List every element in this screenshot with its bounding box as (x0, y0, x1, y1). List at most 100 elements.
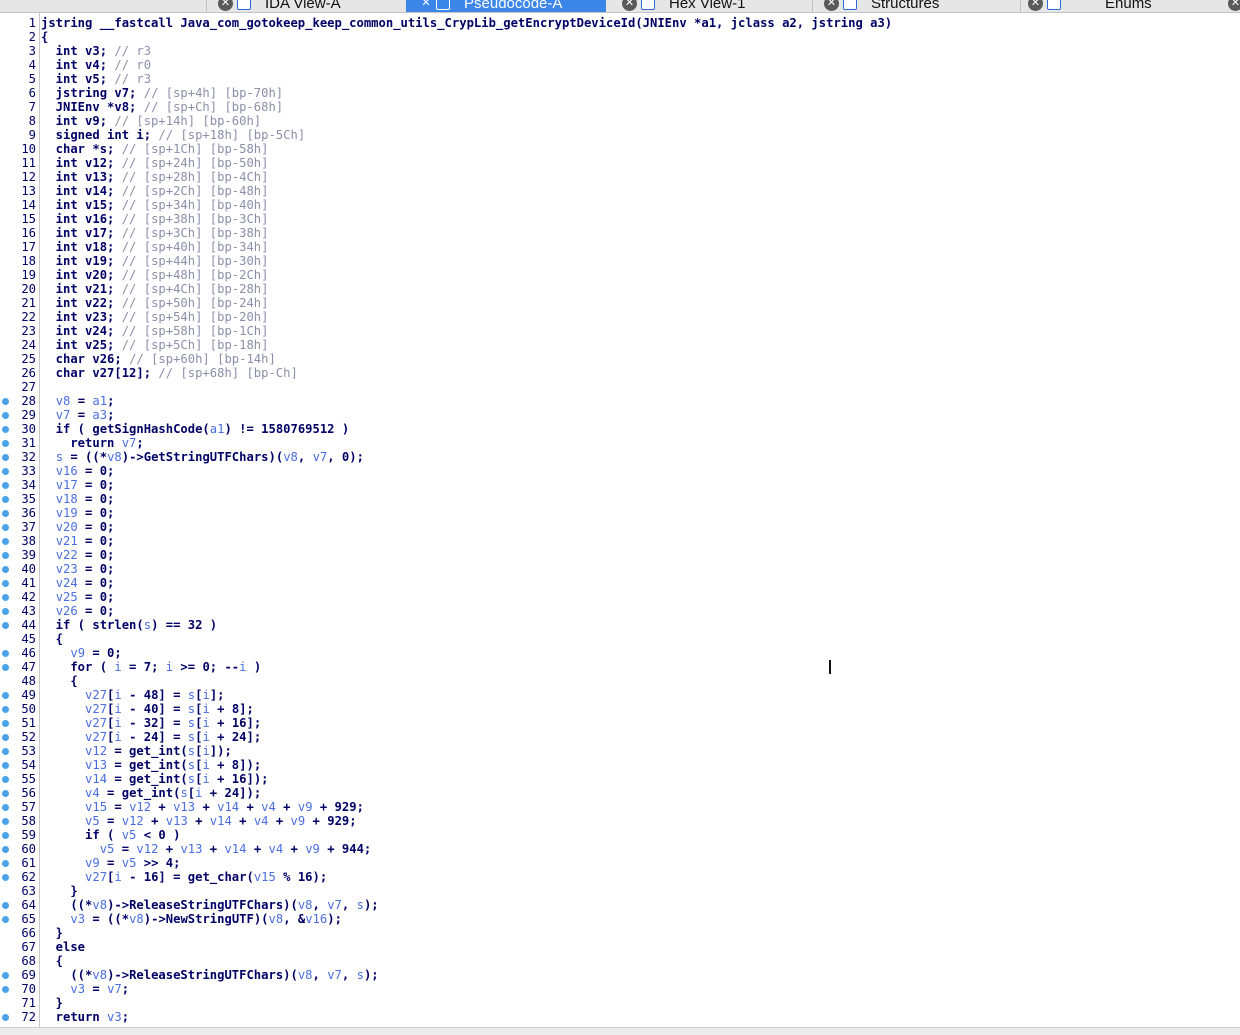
code-text: v5 = v12 + v13 + v14 + v4 + v9 + 929; (41, 814, 357, 828)
code-variable: v5 (85, 814, 100, 828)
code-variable: i (202, 716, 210, 730)
code-text: v9 = 0; (41, 646, 121, 660)
code-variable: v5 (121, 856, 137, 870)
code-text: v17 = 0; (41, 478, 115, 492)
code-token: = (99, 814, 122, 828)
code-token: , (341, 898, 357, 912)
line-number: 33 (21, 464, 36, 478)
code-variable: v14 (224, 842, 247, 856)
close-tab-icon[interactable]: ✕ (420, 0, 432, 11)
code-comment: // [sp+Ch] [bp-68h] (143, 100, 284, 114)
code-text: { (41, 674, 77, 688)
line-number: 23 (21, 324, 36, 338)
code-text: v15 = v12 + v13 + v14 + v4 + v9 + 929; (41, 800, 364, 814)
code-token: jstring v7; (41, 86, 144, 100)
tab-ida-view-a[interactable]: ✕ IDA View-A (218, 0, 404, 12)
line-number: 34 (21, 478, 36, 492)
code-variable: i (114, 716, 122, 730)
code-token: int v20; (41, 268, 122, 282)
code-variable: v9 (85, 856, 100, 870)
code-variable: s (187, 758, 196, 772)
code-comment: // [sp+68h] [bp-Ch] (158, 366, 298, 380)
code-token: return (41, 1010, 108, 1024)
code-token: + 24]); (202, 786, 262, 800)
pseudocode-pane[interactable]: 1 jstring __fastcall Java_com_gotokeep_ke… (0, 13, 1240, 1027)
line-number: 1 (28, 16, 36, 30)
code-comment: // [sp+48h] [bp-2Ch] (121, 268, 269, 282)
code-token: } (41, 926, 64, 940)
code-text: v21 = 0; (41, 534, 115, 548)
code-comment: // [sp+24h] [bp-50h] (121, 156, 269, 170)
enums-icon (1047, 0, 1061, 10)
code-text: int v24; // [sp+58h] [bp-1Ch] (41, 324, 269, 338)
code-token: { (41, 30, 49, 44)
line-number: 44 (21, 618, 36, 632)
line-number: 6 (28, 86, 36, 100)
tab-label: Pseudocode-A (464, 0, 563, 12)
code-token: + 16]; (209, 716, 262, 730)
code-token: + (195, 800, 218, 814)
code-token: ) != 1580769512 ) (224, 422, 350, 436)
tab-hex-view-1[interactable]: ✕ Hex View-1 (622, 0, 812, 12)
code-text: v27[i - 40] = s[i + 8]; (41, 702, 254, 716)
code-variable: v7 (327, 968, 342, 982)
code-variable: v4 (261, 800, 276, 814)
code-text: int v13; // [sp+28h] [bp-4Ch] (41, 170, 269, 184)
code-token: = get_int( (107, 772, 188, 786)
code-token: = (107, 800, 130, 814)
code-token: = 0; (77, 534, 115, 548)
line-number: 20 (21, 282, 36, 296)
code-token: = 0; (77, 590, 115, 604)
close-tab-icon[interactable]: ✕ (1228, 0, 1240, 11)
code-token: int v15; (41, 198, 122, 212)
tab-label: Hex View-1 (669, 0, 746, 12)
tab-overflow[interactable]: ✕ (1228, 0, 1240, 12)
line-number: 50 (21, 702, 36, 716)
code-variable: s (187, 744, 196, 758)
code-token: - 24] = (121, 730, 188, 744)
line-number: 56 (21, 786, 36, 800)
tab-enums[interactable]: ✕ Enums (1028, 0, 1228, 12)
code-text: v27[i - 16] = get_char(v15 % 16); (41, 870, 327, 884)
code-token: ); (363, 968, 379, 982)
code-variable: i (202, 772, 210, 786)
line-number: 66 (21, 926, 36, 940)
code-text: v9 = v5 >> 4; (41, 856, 180, 870)
close-tab-icon[interactable]: ✕ (218, 0, 233, 11)
code-variable: i (202, 730, 210, 744)
code-variable: v9 (70, 646, 86, 660)
code-variable: v17 (55, 478, 78, 492)
code-token: - 32] = (121, 716, 188, 730)
code-text: ((*v8)->ReleaseStringUTFChars)(v8, v7, s… (41, 968, 379, 982)
text-cursor-icon (829, 660, 831, 674)
tab-label: Structures (871, 0, 940, 12)
line-number: 47 (21, 660, 36, 674)
line-number: 29 (21, 408, 36, 422)
close-tab-icon[interactable]: ✕ (1028, 0, 1043, 11)
line-number: 10 (21, 142, 36, 156)
close-tab-icon[interactable]: ✕ (622, 0, 637, 11)
code-token: ) (246, 660, 262, 674)
code-variable: v7 (107, 982, 122, 996)
code-token: + 944; (319, 842, 372, 856)
tab-pseudocode-a[interactable]: ✕ Pseudocode-A (406, 0, 606, 12)
code-variable: v8 (107, 450, 122, 464)
code-token: JNIEnv *v8; (41, 100, 144, 114)
code-token: % 16); (275, 870, 328, 884)
close-tab-icon[interactable]: ✕ (824, 0, 839, 11)
code-text: if ( getSignHashCode(a1) != 1580769512 ) (41, 422, 350, 436)
code-token: + (158, 842, 181, 856)
code-text: if ( v5 < 0 ) (41, 828, 180, 842)
code-variable: v4 (253, 814, 269, 828)
code-comment: // [sp+44h] [bp-30h] (121, 254, 269, 268)
code-token: >> 4; (136, 856, 181, 870)
code-variable: v12 (121, 814, 144, 828)
tab-structures[interactable]: ✕ Structures (824, 0, 1020, 12)
